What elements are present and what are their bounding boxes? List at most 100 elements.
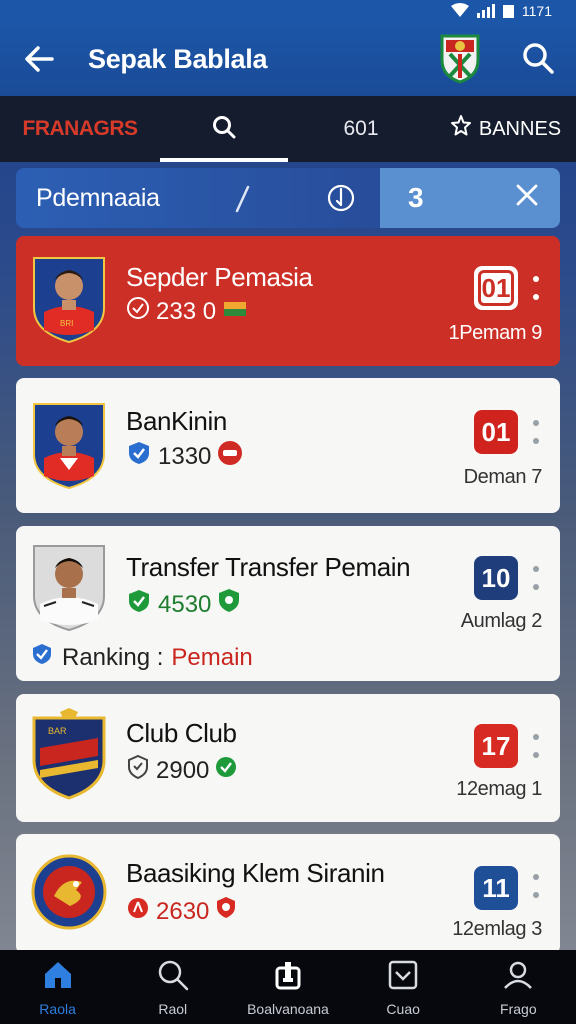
tab-bar: FRANAGRS 601 BANNES xyxy=(0,96,576,162)
status-time: 1171 xyxy=(521,3,552,19)
list-item[interactable]: BAR Club Club 2900 17 12emag 1 xyxy=(16,694,560,822)
shield-icon xyxy=(126,588,152,621)
status-bar: 1171 xyxy=(0,0,576,22)
stat-value: 4530 xyxy=(158,590,212,618)
card-title: Transfer Transfer Pemain xyxy=(126,552,411,582)
tab-label: BANNES xyxy=(478,117,562,140)
rank-badge: 17 xyxy=(474,724,518,768)
nav-label: Raola xyxy=(39,1000,76,1017)
stat-value: 2900 xyxy=(156,756,210,784)
card-stat: 2630 xyxy=(126,896,237,927)
more-icon[interactable] xyxy=(531,276,541,300)
list-item[interactable]: BanKinin 1330 01 Deman 7 xyxy=(16,378,560,513)
club-crest-icon[interactable] xyxy=(438,32,482,84)
compass-icon[interactable] xyxy=(326,183,356,213)
player-avatar: BRI xyxy=(30,252,108,344)
nav-profile[interactable]: Frago xyxy=(461,950,576,1024)
app-bar: Sepak Bablala xyxy=(0,22,576,96)
nav-label: Boalvanoana xyxy=(247,1000,329,1017)
profile-icon xyxy=(501,958,535,997)
card-subtitle: 12emag 1 xyxy=(456,778,542,800)
svg-text:BRI: BRI xyxy=(60,319,73,328)
nav-label: Raol xyxy=(158,1000,188,1017)
shield-check-icon xyxy=(30,642,54,673)
card-stat: 2900 xyxy=(126,754,237,787)
nav-trophy[interactable]: Boalvanoana xyxy=(230,950,345,1024)
close-icon[interactable] xyxy=(514,182,540,215)
card-title: Club Club xyxy=(126,718,237,748)
search-input[interactable]: Pdemnaaia xyxy=(16,168,380,228)
signal-icon xyxy=(476,4,495,18)
card-title: BanKinin xyxy=(126,406,227,436)
gear-star-icon xyxy=(449,114,473,144)
search-bar: Pdemnaaia 3 xyxy=(16,168,560,228)
nav-label: Cuao xyxy=(386,1000,420,1017)
list-item[interactable]: BRI Sepder Pemasia 233 0 01 1Pemam 9 xyxy=(16,236,560,366)
card-stat: 4530 xyxy=(126,588,241,621)
club-icon xyxy=(215,896,237,927)
alert-icon xyxy=(126,896,150,927)
inbox-icon xyxy=(386,958,420,997)
rank-badge: 01 xyxy=(474,266,518,310)
more-icon[interactable] xyxy=(531,420,541,444)
ranking-value[interactable]: Pemain xyxy=(171,644,252,672)
nav-label: Frago xyxy=(500,1000,537,1017)
list-item[interactable]: Transfer Transfer Pemain 4530 10 Aumlag … xyxy=(16,526,560,681)
battery-icon xyxy=(502,4,514,18)
tab-label: 601 xyxy=(343,117,379,140)
more-icon[interactable] xyxy=(531,734,541,758)
verified-icon xyxy=(126,440,152,473)
tab-bannes[interactable]: BANNES xyxy=(434,96,576,162)
tab-601[interactable]: 601 xyxy=(288,96,434,162)
page-title: Sepak Bablala xyxy=(88,43,268,74)
stat-value: 1330 xyxy=(158,442,212,470)
list-item[interactable]: Baasiking Klem Siranin 2630 11 12emlag 3 xyxy=(16,834,560,954)
arrow-left-icon[interactable] xyxy=(22,42,56,76)
card-subtitle: Deman 7 xyxy=(463,466,543,488)
stat-value: 2630 xyxy=(156,897,210,925)
club-logo xyxy=(30,846,108,938)
more-icon[interactable] xyxy=(531,566,541,590)
player-avatar xyxy=(30,540,108,632)
trophy-icon xyxy=(271,958,305,997)
club-icon xyxy=(217,588,241,621)
card-stat: 233 0 xyxy=(126,296,248,327)
player-avatar xyxy=(30,398,108,490)
card-title: Sepder Pemasia xyxy=(126,262,313,292)
card-stat: 1330 xyxy=(126,440,243,473)
wifi-icon xyxy=(450,2,469,20)
search-icon xyxy=(211,114,237,145)
nav-search[interactable]: Raol xyxy=(115,950,230,1024)
card-subtitle: 1Pemam 9 xyxy=(448,322,542,344)
result-count: 3 xyxy=(380,168,560,228)
rank-badge: 11 xyxy=(474,866,518,910)
tab-franagrs[interactable]: FRANAGRS xyxy=(0,96,160,162)
result-count-value: 3 xyxy=(408,182,424,213)
card-subtitle: 12emlag 3 xyxy=(452,918,542,940)
home-icon xyxy=(41,958,75,997)
shield-outline-icon xyxy=(126,754,150,787)
rank-badge: 10 xyxy=(474,556,518,600)
search-icon xyxy=(156,958,190,997)
tab-label: FRANAGRS xyxy=(22,117,139,140)
svg-text:BAR: BAR xyxy=(48,726,67,736)
flag-icon xyxy=(222,298,248,326)
edit-icon xyxy=(232,184,252,214)
rank-badge: 01 xyxy=(474,410,518,454)
check-icon xyxy=(215,756,237,785)
club-logo: BAR xyxy=(30,708,108,800)
ranking-label: Ranking : Pemain xyxy=(30,642,253,673)
bottom-nav: Raola Raol Boalvanoana Cuao Frago xyxy=(0,950,576,1024)
tab-search[interactable] xyxy=(160,96,288,162)
more-icon[interactable] xyxy=(531,874,541,898)
nav-home[interactable]: Raola xyxy=(0,950,115,1024)
badge-icon xyxy=(126,296,150,327)
card-title: Baasiking Klem Siranin xyxy=(126,858,385,888)
stat-value: 233 0 xyxy=(156,297,217,325)
card-subtitle: Aumlag 2 xyxy=(460,610,543,632)
nav-inbox[interactable]: Cuao xyxy=(346,950,461,1024)
search-value: Pdemnaaia xyxy=(36,183,160,212)
search-icon[interactable] xyxy=(520,40,556,76)
ranking-key: Ranking : xyxy=(62,643,164,671)
club-icon xyxy=(217,440,243,473)
